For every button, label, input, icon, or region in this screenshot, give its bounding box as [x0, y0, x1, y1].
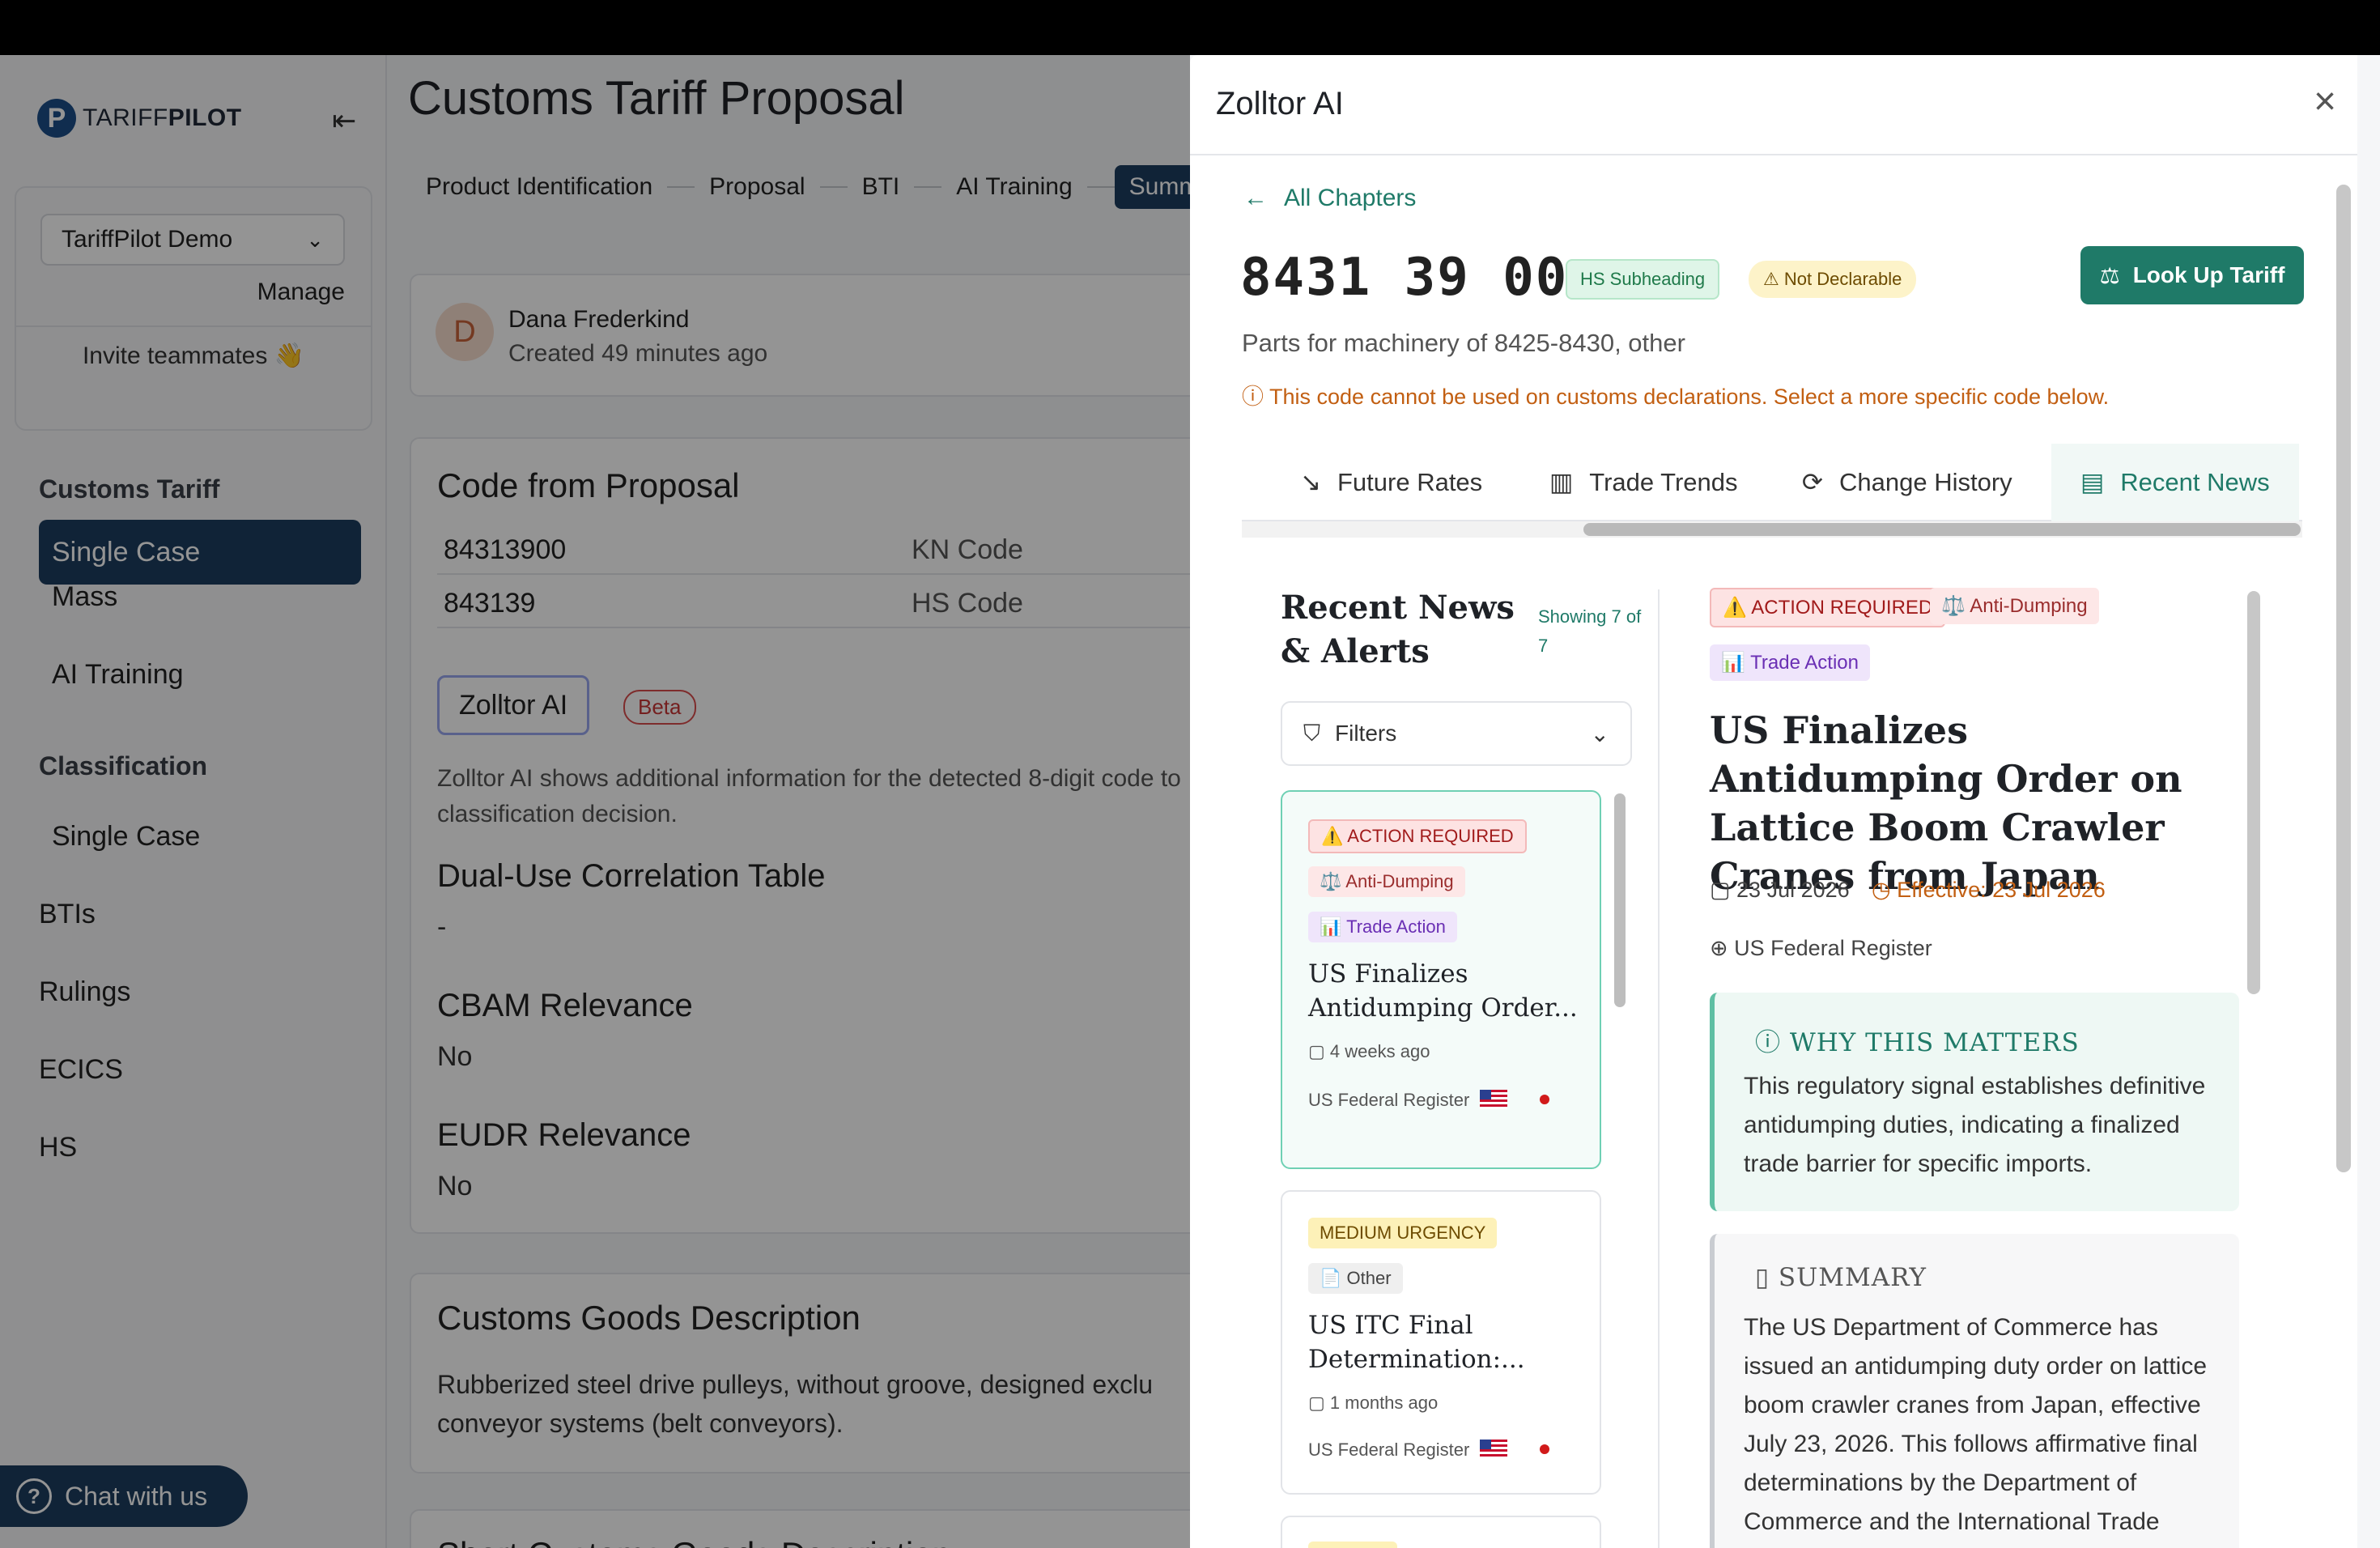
why-this-matters-box: ⓘ WHY THIS MATTERS This regulatory signa… — [1710, 993, 2239, 1211]
modal-scrollbar[interactable] — [2336, 185, 2351, 1172]
us-flag-icon — [1480, 1090, 1507, 1109]
tab-label: Recent News — [2120, 468, 2270, 496]
news-card[interactable]: MEDIUM URGENCY 📄 Other US ITC Final Dete… — [1281, 1190, 1601, 1495]
news-card[interactable] — [1281, 1516, 1601, 1548]
tab-scrollbar[interactable] — [1583, 523, 2301, 536]
news-count: Showing 7 of 7 — [1538, 606, 1642, 656]
age: 1 months ago — [1329, 1393, 1439, 1413]
news-card-source: US Federal Register — [1308, 1440, 1470, 1460]
modal-title: Zolltor AI — [1216, 86, 1344, 121]
warning-icon: ⚠ — [1763, 269, 1779, 289]
detail-scrollbar[interactable] — [2247, 591, 2260, 994]
zolltor-ai-modal: Zolltor AI × ← All Chapters 8431 39 00 H… — [1190, 55, 2357, 1548]
title-line: US ITC Final — [1308, 1311, 1473, 1340]
news-card[interactable]: ⚠️ ACTION REQUIRED ⚖️ Anti-Dumping 📊 Tra… — [1281, 790, 1601, 1169]
hs-subheading-badge: HS Subheading — [1566, 259, 1720, 300]
trade-action-tag: 📊 Trade Action — [1308, 912, 1457, 942]
urgency-dot — [1540, 1444, 1549, 1454]
hs-code: 8431 39 00 — [1240, 248, 1569, 308]
title-line: US Finalizes — [1308, 959, 1468, 989]
globe-icon: ⊕ — [1710, 936, 1728, 960]
button-label: Look Up Tariff — [2132, 262, 2285, 287]
anti-dumping-tag: ⚖️ Anti-Dumping — [1930, 588, 2099, 624]
tab-future-rates[interactable]: ↘ Future Rates — [1300, 444, 1482, 521]
refresh-icon: ⟳ — [1802, 468, 1823, 496]
news-card-title: US Finalizes Antidumping Order... — [1308, 957, 1583, 1025]
arrow-left-icon: ← — [1243, 185, 1268, 211]
bar-chart-icon: ▥ — [1549, 468, 1574, 496]
why-heading: ⓘ WHY THIS MATTERS — [1755, 1022, 2080, 1058]
news-heading: Recent News & Alerts — [1281, 589, 1515, 670]
divider — [1190, 154, 2357, 155]
title-line: Determination:... — [1308, 1345, 1525, 1374]
detail-date: ▢ 23 Jul 2026 — [1710, 878, 1850, 903]
anti-dumping-tag: ⚖️ Anti-Dumping — [1308, 866, 1465, 897]
tab-change-history[interactable]: ⟳ Change History — [1802, 444, 2012, 521]
document-icon: ▯ — [1755, 1263, 1770, 1292]
urgency-tag — [1308, 1542, 1397, 1548]
summary-heading-text: SUMMARY — [1778, 1263, 1927, 1292]
tab-trade-trends[interactable]: ▥ Trade Trends — [1549, 444, 1738, 521]
tab-label: Trade Trends — [1589, 468, 1738, 496]
news-list-scrollbar[interactable] — [1614, 793, 1626, 1007]
summary-text: The US Department of Commerce has issued… — [1744, 1314, 2208, 1535]
source-text: US Federal Register — [1734, 936, 1932, 960]
chevron-down-icon: ⌄ — [1590, 721, 1609, 746]
summary-heading: ▯ SUMMARY — [1755, 1263, 1927, 1292]
medium-urgency-tag: MEDIUM URGENCY — [1308, 1218, 1498, 1248]
code-description: Parts for machinery of 8425-8430, other — [1242, 329, 1685, 357]
filter-icon: ⛉ — [1303, 720, 1321, 746]
news-card-date: ▢ 4 weeks ago — [1308, 1041, 1430, 1062]
other-tag: 📄 Other — [1308, 1263, 1403, 1294]
back-label: All Chapters — [1284, 185, 1417, 211]
effective-text: Effective: 23 Jul 2026 — [1897, 878, 2106, 902]
not-declarable-badge: ⚠ Not Declarable — [1749, 261, 1917, 298]
effective-date: ◷ Effective: 23 Jul 2026 — [1872, 878, 2106, 903]
warning-text: This code cannot be used on customs decl… — [1269, 385, 2110, 409]
action-required-tag: ⚠️ ACTION REQUIRED — [1710, 588, 1946, 627]
all-chapters-link[interactable]: ← All Chapters — [1243, 185, 1416, 212]
age: 4 weeks ago — [1329, 1041, 1430, 1061]
why-text: This regulatory signal establishes defin… — [1744, 1073, 2206, 1177]
calendar-icon: ▢ — [1710, 878, 1731, 902]
detail-title: US Finalizes Antidumping Order on Lattic… — [1710, 708, 2182, 898]
calendar-icon: ▢ — [1308, 1393, 1325, 1413]
info-icon: ⓘ — [1242, 385, 1264, 409]
title-line: Antidumping Order... — [1308, 993, 1578, 1023]
newspaper-icon: ▤ — [2080, 468, 2105, 496]
news-card-source: US Federal Register — [1308, 1090, 1470, 1110]
why-heading-text: WHY THIS MATTERS — [1789, 1028, 2080, 1057]
urgency-dot — [1540, 1095, 1549, 1104]
tab-label: Future Rates — [1337, 468, 1483, 496]
scale-icon: ⚖ — [2099, 262, 2120, 288]
divider — [1658, 589, 1660, 1548]
tab-label: Change History — [1838, 468, 2012, 496]
look-up-tariff-button[interactable]: ⚖ Look Up Tariff — [2080, 246, 2304, 304]
trade-action-tag: 📊 Trade Action — [1710, 644, 1870, 681]
trend-down-icon: ↘ — [1300, 468, 1321, 496]
news-card-title: US ITC Final Determination:... — [1308, 1308, 1583, 1376]
summary-box: ▯ SUMMARY The US Department of Commerce … — [1710, 1234, 2239, 1548]
tab-recent-news[interactable]: ▤ Recent News — [2051, 444, 2299, 521]
filters-label: Filters — [1335, 721, 1397, 746]
close-icon[interactable]: × — [2314, 79, 2336, 124]
filters-dropdown[interactable]: ⛉ Filters ⌄ — [1281, 701, 1632, 766]
action-required-tag: ⚠️ ACTION REQUIRED — [1308, 819, 1527, 853]
detail-source: ⊕ US Federal Register — [1710, 936, 1932, 961]
tab-bar: ↘ Future Rates ▥ Trade Trends ⟳ Change H… — [1242, 444, 2302, 521]
news-card-date: ▢ 1 months ago — [1308, 1393, 1438, 1414]
badge-label: Not Declarable — [1783, 269, 1902, 289]
declaration-warning: ⓘ This code cannot be used on customs de… — [1242, 379, 2109, 410]
modal-backdrop[interactable] — [0, 55, 1190, 1548]
date-text: 23 Jul 2026 — [1736, 878, 1850, 902]
us-flag-icon — [1480, 1440, 1507, 1459]
info-icon: ⓘ — [1755, 1028, 1781, 1057]
clock-icon: ◷ — [1872, 878, 1891, 902]
calendar-icon: ▢ — [1308, 1041, 1325, 1061]
